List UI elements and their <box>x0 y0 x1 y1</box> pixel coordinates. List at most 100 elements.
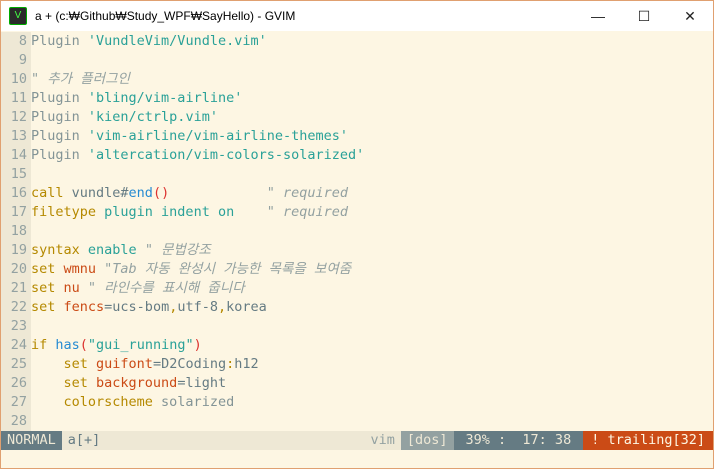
code-line[interactable]: 21 set nu " 라인수를 표시해 줍니다 <box>1 279 713 298</box>
syntax-token: set <box>31 280 56 296</box>
code-line[interactable]: 27 colorscheme solarized <box>1 393 713 412</box>
syntax-token: () <box>152 185 170 201</box>
syntax-token: " 라인수를 표시해 줍니다 <box>79 280 245 296</box>
code-line[interactable]: 10 " 추가 플러그인 <box>1 70 713 89</box>
code-line[interactable]: 13 Plugin 'vim-airline/vim-airline-themes… <box>1 127 713 146</box>
airline-status-bar: NORMAL a[+] vim [dos] 39% : 17: 38 ! tra… <box>1 431 713 450</box>
syntax-token: fencs <box>55 299 105 315</box>
syntax-token: ( <box>79 337 88 353</box>
line-number: 24 <box>1 336 31 355</box>
syntax-token <box>234 204 267 220</box>
syntax-token: utf-8 <box>177 299 218 315</box>
code-line[interactable]: 14 Plugin 'altercation/vim-colors-solariz… <box>1 146 713 165</box>
line-number: 28 <box>1 412 31 431</box>
syntax-token: colorscheme <box>31 394 153 410</box>
syntax-token: " 문법강조 <box>136 242 211 258</box>
minimize-button[interactable]: — <box>575 1 621 31</box>
syntax-token: Plugin <box>31 33 88 49</box>
syntax-token: end <box>128 185 153 201</box>
syntax-token: =ucs-bom <box>104 299 170 315</box>
mode-indicator: NORMAL <box>1 431 62 450</box>
code-line[interactable]: 26 set background=light <box>1 374 713 393</box>
code-line[interactable]: 24 if has("gui_running") <box>1 336 713 355</box>
line-number: 14 <box>1 146 31 165</box>
window-title: a + (c:₩Github₩Study_WPF₩SayHello) - GVI… <box>35 9 296 23</box>
line-code: filetype plugin indent on " required <box>31 203 348 222</box>
syntax-token: guifont <box>87 356 153 372</box>
gvim-app-icon[interactable]: V <box>9 7 27 25</box>
syntax-token: background <box>87 375 178 391</box>
line-number: 26 <box>1 374 31 393</box>
syntax-token: plugin indent on <box>96 204 235 220</box>
code-line[interactable]: 28 <box>1 412 713 431</box>
close-button[interactable]: ✕ <box>667 1 713 31</box>
syntax-token: syntax <box>31 242 80 258</box>
syntax-token: : <box>226 356 235 372</box>
code-line[interactable]: 20 set wmnu "Tab 자동 완성시 가능한 목록을 보여줌 <box>1 260 713 279</box>
code-line[interactable]: 12 Plugin 'kien/ctrlp.vim' <box>1 108 713 127</box>
syntax-token: Plugin <box>31 109 88 125</box>
line-code: syntax enable " 문법강조 <box>31 241 211 260</box>
line-code: if has("gui_running") <box>31 336 202 355</box>
syntax-token: 'altercation/vim-colors-solarized' <box>87 147 365 163</box>
syntax-token: set <box>31 356 88 372</box>
syntax-token: 'bling/vim-airline' <box>87 90 243 106</box>
code-line[interactable]: 18 <box>1 222 713 241</box>
syntax-token: Plugin <box>31 147 88 163</box>
file-format: [dos] <box>400 431 454 450</box>
syntax-token: " required <box>266 185 349 201</box>
line-code: set background=light <box>31 374 227 393</box>
line-number: 20 <box>1 260 31 279</box>
code-line[interactable]: 9 <box>1 51 713 70</box>
line-code: set fencs=ucs-bom,utf-8,korea <box>31 298 267 317</box>
syntax-token: Plugin <box>31 128 88 144</box>
syntax-token: nu <box>55 280 80 296</box>
syntax-token: Plugin <box>31 90 88 106</box>
syntax-token: has <box>47 337 80 353</box>
filetype: vim <box>370 432 395 448</box>
syntax-token: "gui_running" <box>87 337 194 353</box>
syntax-token: h12 <box>234 356 259 372</box>
line-code: Plugin 'bling/vim-airline' <box>31 89 242 108</box>
line-code: Plugin 'kien/ctrlp.vim' <box>31 108 218 127</box>
line-number: 16 <box>1 184 31 203</box>
title-bar: V a + (c:₩Github₩Study_WPF₩SayHello) - G… <box>1 1 713 31</box>
line-code: Plugin 'vim-airline/vim-airline-themes' <box>31 127 348 146</box>
syntax-token: , <box>217 299 227 315</box>
syntax-token: set <box>31 261 56 277</box>
editor-buffer[interactable]: 8 Plugin 'VundleVim/Vundle.vim' 9 10 " 추가 플러… <box>1 32 713 431</box>
code-line[interactable]: 11 Plugin 'bling/vim-airline' <box>1 89 713 108</box>
line-number: 8 <box>1 32 31 51</box>
line-code: Plugin 'VundleVim/Vundle.vim' <box>31 32 267 51</box>
trailing-warning: ! trailing[32] <box>583 431 713 450</box>
code-line[interactable]: 15 <box>1 165 713 184</box>
syntax-token: solarized <box>152 394 235 410</box>
code-line[interactable]: 19 syntax enable " 문법강조 <box>1 241 713 260</box>
syntax-token: filetype <box>31 204 97 220</box>
syntax-token: " required <box>266 204 348 220</box>
line-code: set wmnu "Tab 자동 완성시 가능한 목록을 보여줌 <box>31 260 351 279</box>
code-line[interactable]: 23 <box>1 317 713 336</box>
line-code: set nu " 라인수를 표시해 줍니다 <box>31 279 245 298</box>
syntax-token: set <box>31 375 88 391</box>
line-code: call vundle#end() " required <box>31 184 348 203</box>
line-code: Plugin 'altercation/vim-colors-solarized… <box>31 146 364 165</box>
code-line[interactable]: 25 set guifont=D2Coding:h12 <box>1 355 713 374</box>
code-line[interactable]: 22 set fencs=ucs-bom,utf-8,korea <box>1 298 713 317</box>
code-line[interactable]: 17 filetype plugin indent on " required <box>1 203 713 222</box>
file-name: a[+] <box>67 432 101 448</box>
syntax-token <box>169 185 267 201</box>
line-code: " 추가 플러그인 <box>31 70 130 89</box>
line-number: 23 <box>1 317 31 336</box>
syntax-token: =light <box>177 375 227 391</box>
line-number: 13 <box>1 127 31 146</box>
line-number: 18 <box>1 222 31 241</box>
code-line[interactable]: 8 Plugin 'VundleVim/Vundle.vim' <box>1 32 713 51</box>
cursor-position: 39% : 17: 38 <box>453 431 584 450</box>
syntax-token: if <box>31 337 48 353</box>
line-number: 25 <box>1 355 31 374</box>
maximize-button[interactable]: ☐ <box>621 1 667 31</box>
code-line[interactable]: 16 call vundle#end() " required <box>1 184 713 203</box>
syntax-token: wmnu <box>55 261 97 277</box>
line-number: 19 <box>1 241 31 260</box>
